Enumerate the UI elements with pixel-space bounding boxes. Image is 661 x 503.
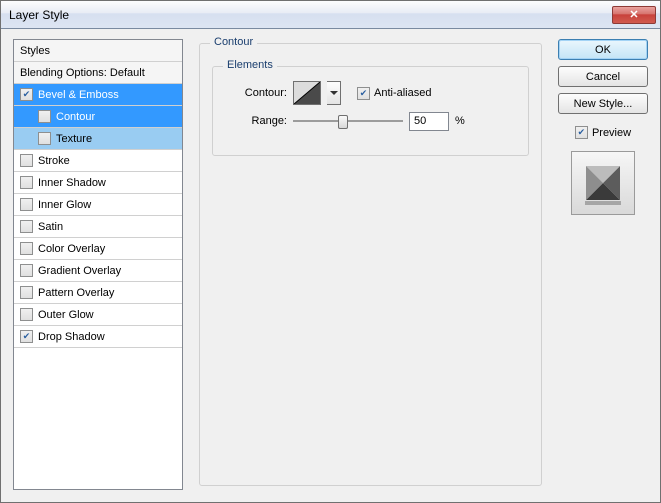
contour-picker[interactable] [293, 81, 321, 105]
layer-style-dialog: Layer Style ✕ Styles Blending Options: D… [0, 0, 661, 503]
style-item-outer-glow[interactable]: Outer Glow [14, 304, 182, 326]
style-item-gradient-overlay[interactable]: Gradient Overlay [14, 260, 182, 282]
preview-label: Preview [592, 127, 631, 139]
contour-row: Contour: Anti-aliased [231, 79, 528, 107]
contour-label: Contour: [231, 87, 287, 99]
slider-track [293, 120, 403, 122]
style-item-label: Drop Shadow [38, 331, 105, 343]
style-item-label: Contour [56, 111, 95, 123]
range-slider[interactable] [293, 113, 403, 129]
range-unit: % [455, 115, 465, 127]
styles-header-label: Styles [20, 45, 50, 57]
style-item-label: Inner Shadow [38, 177, 106, 189]
elements-group-title: Elements [223, 59, 277, 71]
preview-thumbnail [571, 151, 635, 215]
contour-curve-icon [294, 82, 320, 104]
dialog-content: Styles Blending Options: Default Bevel &… [1, 29, 660, 502]
style-item-contour[interactable]: Contour [14, 106, 182, 128]
close-button[interactable]: ✕ [612, 6, 656, 24]
style-item-label: Outer Glow [38, 309, 94, 321]
ok-button[interactable]: OK [558, 39, 648, 60]
settings-panel: Contour Elements Contour: [195, 39, 546, 490]
preview-icon [580, 160, 626, 206]
style-item-label: Pattern Overlay [38, 287, 114, 299]
blending-options-label: Blending Options: Default [20, 67, 145, 79]
styles-list: Styles Blending Options: Default Bevel &… [13, 39, 183, 490]
checkbox-icon[interactable] [20, 176, 33, 189]
range-row: Range: 50 % [231, 107, 528, 135]
blending-options-row[interactable]: Blending Options: Default [14, 62, 182, 84]
new-style-button[interactable]: New Style... [558, 93, 648, 114]
checkbox-icon[interactable] [20, 88, 33, 101]
checkbox-icon[interactable] [38, 110, 51, 123]
antialiased-checkbox[interactable]: Anti-aliased [357, 87, 431, 100]
new-style-label: New Style... [574, 98, 633, 110]
cancel-button[interactable]: Cancel [558, 66, 648, 87]
contour-dropdown[interactable] [327, 81, 341, 105]
checkbox-icon[interactable] [20, 242, 33, 255]
checkbox-icon[interactable] [20, 220, 33, 233]
checkbox-icon[interactable] [38, 132, 51, 145]
close-icon: ✕ [629, 8, 638, 21]
contour-group: Contour Elements Contour: [199, 43, 542, 486]
style-item-label: Gradient Overlay [38, 265, 121, 277]
checkbox-icon[interactable] [20, 330, 33, 343]
style-item-label: Stroke [38, 155, 70, 167]
style-item-label: Satin [38, 221, 63, 233]
style-item-texture[interactable]: Texture [14, 128, 182, 150]
style-item-color-overlay[interactable]: Color Overlay [14, 238, 182, 260]
antialiased-label: Anti-aliased [374, 87, 431, 99]
style-item-drop-shadow[interactable]: Drop Shadow [14, 326, 182, 348]
style-item-label: Color Overlay [38, 243, 105, 255]
range-value: 50 [414, 115, 426, 127]
checkbox-icon [357, 87, 370, 100]
styles-header[interactable]: Styles [14, 40, 182, 62]
checkbox-icon [575, 126, 588, 139]
checkbox-icon[interactable] [20, 264, 33, 277]
checkbox-icon[interactable] [20, 308, 33, 321]
checkbox-icon[interactable] [20, 286, 33, 299]
checkbox-icon[interactable] [20, 198, 33, 211]
range-input[interactable]: 50 [409, 112, 449, 131]
style-item-satin[interactable]: Satin [14, 216, 182, 238]
style-item-stroke[interactable]: Stroke [14, 150, 182, 172]
preview-checkbox[interactable]: Preview [558, 126, 648, 139]
range-label: Range: [231, 115, 287, 127]
style-item-inner-shadow[interactable]: Inner Shadow [14, 172, 182, 194]
style-item-label: Inner Glow [38, 199, 91, 211]
ok-label: OK [595, 44, 611, 56]
contour-group-title: Contour [210, 36, 257, 48]
titlebar[interactable]: Layer Style ✕ [1, 1, 660, 29]
cancel-label: Cancel [586, 71, 620, 83]
style-item-label: Texture [56, 133, 92, 145]
style-item-pattern-overlay[interactable]: Pattern Overlay [14, 282, 182, 304]
elements-group: Elements Contour: [212, 66, 529, 156]
style-item-inner-glow[interactable]: Inner Glow [14, 194, 182, 216]
slider-thumb[interactable] [338, 115, 348, 129]
style-item-label: Bevel & Emboss [38, 89, 119, 101]
window-title: Layer Style [9, 8, 612, 22]
action-panel: OK Cancel New Style... Preview [558, 39, 648, 490]
checkbox-icon[interactable] [20, 154, 33, 167]
style-item-bevel-emboss[interactable]: Bevel & Emboss [14, 84, 182, 106]
